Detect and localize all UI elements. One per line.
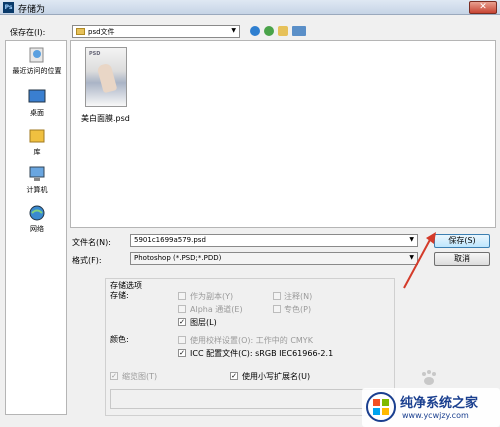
close-button[interactable]: ✕ bbox=[469, 1, 497, 14]
proof-checkbox[interactable] bbox=[178, 336, 186, 344]
save-in-folder: psd文件 bbox=[88, 28, 115, 36]
watermark-title: 纯净系统之家 bbox=[400, 396, 479, 411]
lowercase-ext-checkbox[interactable]: ✓ bbox=[230, 372, 238, 380]
place-desktop[interactable]: 桌面 bbox=[6, 88, 68, 118]
icc-checkbox[interactable]: ✓ bbox=[178, 349, 186, 357]
window-title: 存储为 bbox=[18, 5, 46, 15]
back-icon[interactable] bbox=[250, 26, 260, 36]
place-label: 计算机 bbox=[26, 186, 48, 194]
place-label: 网络 bbox=[30, 225, 44, 233]
view-menu-icon[interactable] bbox=[292, 26, 306, 36]
libraries-icon bbox=[29, 129, 45, 143]
notes-checkbox[interactable] bbox=[273, 292, 281, 300]
photoshop-app-icon: Ps bbox=[3, 2, 14, 13]
alpha-checkbox[interactable] bbox=[178, 305, 186, 313]
network-icon bbox=[29, 205, 45, 221]
format-value: Photoshop (*.PSD;*.PDD) bbox=[134, 254, 222, 262]
file-list: PSD 美白面膜.psd bbox=[70, 40, 496, 228]
alpha-label: Alpha 通道(E) bbox=[190, 305, 243, 314]
warning-area bbox=[110, 389, 394, 409]
watermark-url: www.ycwjzy.com bbox=[402, 411, 469, 420]
save-button[interactable]: 保存(S) bbox=[434, 234, 490, 248]
notes-label: 注释(N) bbox=[284, 292, 313, 301]
folder-icon bbox=[76, 28, 85, 35]
thumbnail-checkbox[interactable]: ✓ bbox=[110, 372, 118, 380]
place-label: 库 bbox=[33, 148, 41, 156]
up-folder-icon[interactable] bbox=[264, 26, 274, 36]
filename-input[interactable]: 5901c1699a579.psd ▼ bbox=[130, 234, 418, 247]
place-libraries[interactable]: 库 bbox=[6, 127, 68, 157]
place-network[interactable]: 网络 bbox=[6, 204, 68, 234]
icc-label: ICC 配置文件(C): sRGB IEC61966-2.1 bbox=[190, 349, 334, 358]
place-label: 最近访问的位置 bbox=[12, 67, 62, 75]
place-label: 桌面 bbox=[30, 109, 44, 117]
thumbnail-brand: PSD bbox=[89, 51, 101, 57]
proof-label: 使用校样设置(O): 工作中的 CMYK bbox=[190, 336, 313, 345]
desktop-icon bbox=[28, 89, 46, 103]
arrow-annotation bbox=[403, 232, 436, 289]
as-copy-checkbox[interactable] bbox=[178, 292, 186, 300]
chevron-down-icon: ▼ bbox=[231, 27, 236, 34]
file-name: 美白面膜.psd bbox=[81, 114, 130, 123]
color-label: 颜色: bbox=[110, 335, 129, 344]
title-bar: Ps 存储为 ✕ bbox=[0, 0, 500, 15]
filename-label: 文件名(N): bbox=[72, 238, 111, 247]
thumbnail-label: 缩览图(T) bbox=[122, 372, 158, 381]
site-watermark: 纯净系统之家 www.ycwjzy.com bbox=[362, 388, 500, 427]
cancel-button[interactable]: 取消 bbox=[434, 252, 490, 266]
filename-value: 5901c1699a579.psd bbox=[134, 236, 206, 244]
format-label: 格式(F): bbox=[72, 256, 102, 265]
save-label: 存储: bbox=[110, 291, 129, 300]
as-copy-label: 作为副本(Y) bbox=[190, 292, 234, 301]
spot-label: 专色(P) bbox=[284, 305, 312, 314]
layers-checkbox[interactable]: ✓ bbox=[178, 318, 186, 326]
recent-places-icon bbox=[29, 47, 44, 63]
file-thumbnail: PSD bbox=[85, 47, 127, 107]
spot-checkbox[interactable] bbox=[273, 305, 281, 313]
format-select[interactable]: Photoshop (*.PSD;*.PDD) ▼ bbox=[130, 252, 418, 265]
places-bar: 最近访问的位置 桌面 库 计算机 网络 bbox=[5, 40, 67, 415]
layers-label: 图层(L) bbox=[190, 318, 217, 327]
place-computer[interactable]: 计算机 bbox=[6, 165, 68, 195]
paw-watermark-icon bbox=[422, 370, 436, 385]
lowercase-ext-label: 使用小写扩展名(U) bbox=[242, 372, 311, 381]
save-in-label: 保存在(I): bbox=[10, 28, 46, 37]
place-recent[interactable]: 最近访问的位置 bbox=[6, 46, 68, 76]
computer-icon bbox=[29, 166, 45, 181]
new-folder-icon[interactable] bbox=[278, 26, 288, 36]
windows-logo-icon bbox=[366, 392, 396, 422]
save-in-dropdown[interactable]: psd文件 ▼ bbox=[72, 25, 240, 38]
